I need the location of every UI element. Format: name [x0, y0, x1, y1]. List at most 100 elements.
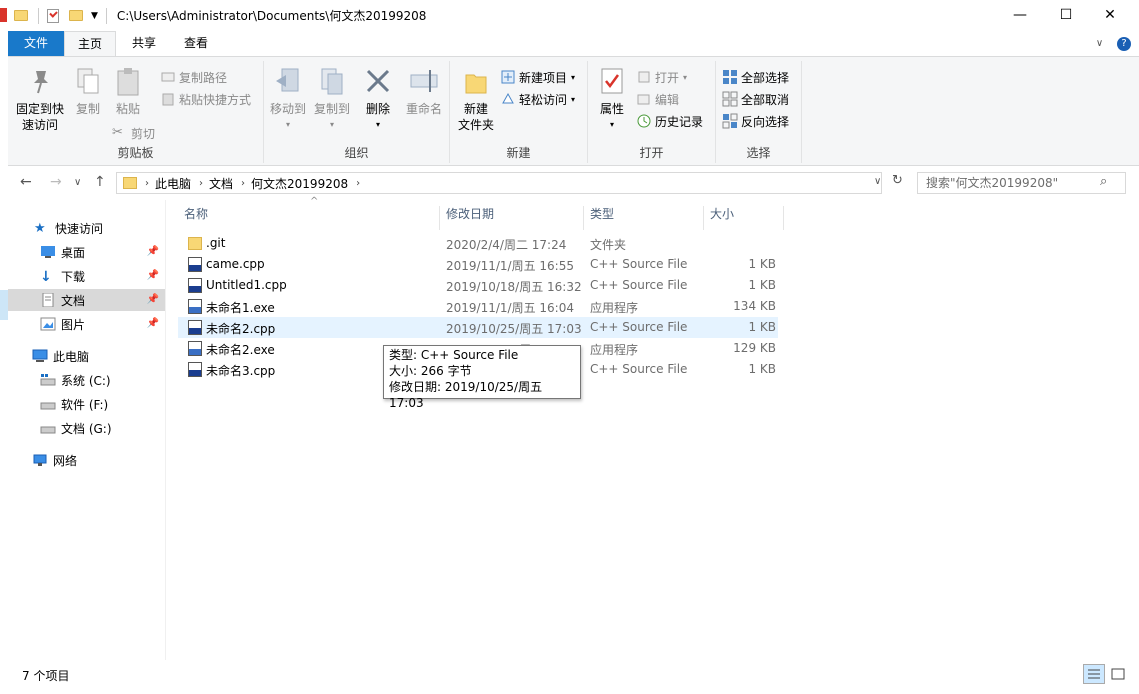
move-to-button[interactable]: 移动到 ▾ — [268, 65, 308, 133]
breadcrumb-documents[interactable]: 文档 — [209, 175, 233, 192]
quick-access-dropdown-icon[interactable]: ▼ — [91, 11, 98, 21]
help-icon[interactable]: ? — [1117, 37, 1131, 51]
details-view-icon — [1088, 669, 1100, 679]
search-input[interactable]: 搜索"何文杰20199208" — [917, 172, 1126, 194]
file-name: .git — [206, 236, 226, 250]
tooltip-type: 类型: C++ Source File — [389, 348, 519, 362]
column-header-date[interactable]: 修改日期 — [440, 206, 584, 230]
new-item-button[interactable]: 新建项目 ▾ — [500, 67, 575, 87]
nav-downloads[interactable]: ↓ 下载 📌 — [8, 265, 165, 287]
file-icon — [188, 257, 202, 272]
paste-button[interactable]: 粘贴 — [110, 65, 146, 117]
nav-desktop[interactable]: 桌面 📌 — [8, 241, 165, 263]
rename-button[interactable]: 重命名 — [402, 65, 446, 117]
desktop-icon — [40, 245, 56, 259]
select-none-button[interactable]: 全部取消 — [722, 89, 789, 109]
copy-button[interactable]: 复制 — [70, 65, 106, 117]
breadcrumb-this-pc[interactable]: 此电脑 — [155, 175, 191, 192]
file-size: 1 KB — [748, 257, 776, 271]
folder-icon — [14, 8, 30, 24]
column-header-size[interactable]: 大小 — [704, 206, 784, 230]
properties-quick-icon[interactable] — [47, 8, 63, 24]
document-icon — [40, 292, 56, 308]
pin-icon[interactable]: 📌 — [147, 318, 159, 329]
up-arrow-icon[interactable]: ↑ — [94, 174, 106, 190]
tab-file[interactable]: 文件 — [8, 31, 64, 56]
easy-access-button[interactable]: 轻松访问 ▾ — [500, 89, 575, 109]
copy-icon — [72, 65, 104, 97]
nav-drive-f[interactable]: 软件 (F:) — [8, 393, 165, 415]
new-folder-button[interactable]: 新建 文件夹 — [454, 65, 498, 133]
nav-network[interactable]: 网络 — [8, 449, 165, 471]
ribbon: 固定到快 速访问 复制 粘贴 复制路径 粘贴快捷方式 ✂ 剪切 剪贴板 移动到 … — [8, 56, 1139, 166]
nav-pictures[interactable]: 图片 📌 — [8, 313, 165, 335]
tab-home[interactable]: 主页 — [64, 31, 116, 56]
nav-quick-access[interactable]: ★ 快速访问 — [8, 217, 165, 239]
nav-documents[interactable]: 文档 📌 — [8, 289, 165, 311]
delete-button[interactable]: 删除 ▾ — [360, 65, 396, 133]
copy-to-button[interactable]: 复制到 ▾ — [310, 65, 354, 133]
scissors-icon: ✂ — [112, 125, 123, 140]
file-name: came.cpp — [206, 257, 265, 271]
maximize-button[interactable]: ☐ — [1043, 0, 1089, 30]
navigation-bar: ← → ∨ ↑ › 此电脑 › 文档 › 何文杰20199208 › ∨ ↻ 搜… — [8, 166, 1139, 200]
open-button[interactable]: 打开 ▾ — [636, 67, 687, 87]
close-button[interactable]: ✕ — [1087, 0, 1133, 30]
paste-shortcut-button[interactable]: 粘贴快捷方式 — [160, 89, 251, 109]
drive-icon — [40, 421, 56, 435]
file-type: 文件夹 — [590, 238, 627, 252]
minimize-button[interactable]: — — [997, 0, 1043, 30]
pin-icon[interactable]: 📌 — [147, 270, 159, 281]
select-all-button[interactable]: 全部选择 — [722, 67, 789, 87]
nav-drive-c[interactable]: 系统 (C:) — [8, 369, 165, 391]
nav-drive-g[interactable]: 文档 (G:) — [8, 417, 165, 439]
file-row[interactable]: 未命名2.cpp 2019/10/25/周五 17:03 C++ Source Fi… — [178, 317, 778, 338]
copy-label: 复制 — [75, 102, 100, 116]
copy-path-button[interactable]: 复制路径 — [160, 67, 227, 87]
file-size: 1 KB — [748, 320, 776, 334]
forward-arrow-icon[interactable]: → — [50, 174, 62, 190]
file-row[interactable]: came.cpp 2019/11/1/周五 16:55 C++ Source Fil… — [178, 254, 778, 275]
file-size: 1 KB — [748, 278, 776, 292]
file-row[interactable]: 未命名1.exe 2019/11/1/周五 16:04 应用程序 134 KB — [178, 296, 778, 317]
cut-button[interactable]: ✂ 剪切 — [112, 123, 155, 143]
file-icon — [188, 341, 202, 356]
column-header-name[interactable]: 名称 — [178, 206, 440, 230]
nav-this-pc[interactable]: 此电脑 — [8, 345, 165, 367]
tooltip-date: 修改日期: 2019/10/25/周五 17:03 — [389, 380, 543, 410]
column-header-type[interactable]: 类型 — [584, 206, 704, 230]
file-row[interactable]: .git 2020/2/4/周二 17:24 文件夹 — [178, 233, 778, 254]
pin-icon[interactable]: 📌 — [147, 294, 159, 305]
file-icon — [188, 278, 202, 293]
window-title: C:\Users\Administrator\Documents\何文杰2019… — [116, 9, 427, 23]
move-to-icon — [272, 65, 304, 97]
edit-button[interactable]: 编辑 — [636, 89, 679, 109]
new-folder-quick-icon[interactable] — [69, 8, 85, 24]
paste-icon — [112, 65, 144, 97]
recent-locations-icon[interactable]: ∨ — [74, 177, 81, 188]
properties-button[interactable]: 属性 ▾ — [592, 65, 632, 133]
breadcrumb-current-folder[interactable]: 何文杰20199208 — [251, 175, 348, 192]
address-dropdown-icon[interactable]: ∨ — [874, 176, 881, 187]
details-view-button[interactable] — [1083, 664, 1105, 684]
new-folder-icon — [460, 65, 492, 97]
file-type: 应用程序 — [590, 343, 639, 357]
large-icons-view-button[interactable] — [1107, 664, 1129, 684]
large-icons-view-icon — [1111, 668, 1125, 680]
pin-icon[interactable]: 📌 — [147, 246, 159, 257]
tab-view[interactable]: 查看 — [170, 31, 222, 56]
address-bar[interactable]: › 此电脑 › 文档 › 何文杰20199208 › — [116, 172, 882, 194]
expand-ribbon-icon[interactable]: ∨ — [1096, 38, 1103, 49]
file-row[interactable]: Untitled1.cpp 2019/10/18/周五 16:32 C++ Sour… — [178, 275, 778, 296]
desktop-edge — [0, 0, 8, 694]
invert-selection-button[interactable]: 反向选择 — [722, 111, 789, 131]
open-group: 属性 ▾ 打开 ▾ 编辑 历史记录 打开 — [588, 61, 716, 163]
pin-quick-access-button[interactable]: 固定到快 速访问 — [14, 65, 66, 133]
file-type: C++ Source File — [590, 320, 688, 334]
tab-share[interactable]: 共享 — [118, 31, 170, 56]
background-app-tab — [0, 8, 7, 22]
refresh-icon[interactable]: ↻ — [892, 173, 903, 188]
paste-label: 粘贴 — [115, 102, 140, 116]
back-arrow-icon[interactable]: ← — [20, 174, 32, 190]
history-button[interactable]: 历史记录 — [636, 111, 703, 131]
